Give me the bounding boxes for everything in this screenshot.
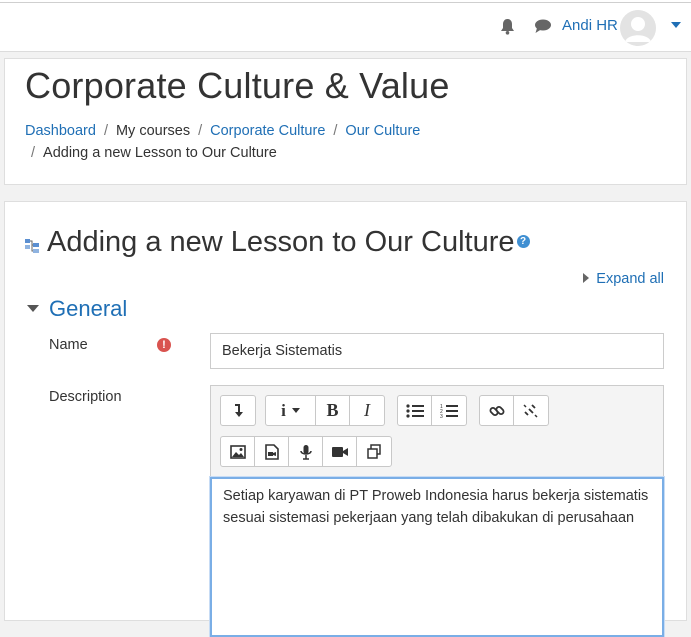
breadcrumb-separator: /: [31, 145, 36, 161]
breadcrumb-our-culture[interactable]: Our Culture: [345, 123, 420, 139]
course-title: Corporate Culture & Value: [25, 65, 450, 106]
toolbar-group-toggle: [220, 395, 256, 426]
breadcrumb-corporate-culture[interactable]: Corporate Culture: [210, 123, 325, 139]
paragraph-style-button[interactable]: i: [266, 396, 316, 425]
toolbar-group-media: [220, 436, 392, 467]
microphone-button[interactable]: [289, 437, 323, 466]
chevron-down-icon: [291, 408, 300, 413]
avatar[interactable]: [620, 10, 656, 46]
breadcrumb-current: Adding a new Lesson to Our Culture: [43, 145, 277, 161]
bold-button[interactable]: B: [316, 396, 350, 425]
breadcrumb-dashboard[interactable]: Dashboard: [25, 123, 96, 139]
description-editor: i B I 123 Setiap karyawan di PT Proweb I…: [210, 385, 664, 637]
top-navbar: Andi HR: [0, 0, 691, 52]
caret-down-icon[interactable]: [671, 22, 681, 28]
page-header-card: Corporate Culture & Value Dashboard / My c…: [4, 58, 687, 185]
navbar-top-border: [0, 2, 691, 3]
chat-icon[interactable]: [534, 18, 552, 39]
unlink-button[interactable]: [514, 396, 548, 425]
breadcrumb-separator: /: [198, 123, 203, 139]
toolbar-group-links: [479, 395, 549, 426]
form-card: Adding a new Lesson to Our Culture? Expa…: [4, 201, 687, 637]
copy-button[interactable]: [357, 437, 391, 466]
required-icon: !: [157, 338, 171, 352]
section-title-general[interactable]: General: [49, 296, 127, 322]
video-camera-button[interactable]: [323, 437, 357, 466]
breadcrumb-separator: /: [333, 123, 338, 139]
link-button[interactable]: [480, 396, 514, 425]
breadcrumb-separator: /: [103, 123, 108, 139]
user-name-link[interactable]: Andi HR: [562, 17, 618, 34]
expand-all-text: Expand all: [596, 271, 664, 287]
italic-button[interactable]: I: [350, 396, 384, 425]
toolbar-group-format: i B I: [265, 395, 385, 426]
svg-text:3: 3: [440, 414, 443, 419]
page-heading-text: Adding a new Lesson to Our Culture: [47, 226, 515, 258]
help-icon[interactable]: ?: [516, 234, 530, 248]
page-heading: Adding a new Lesson to Our Culture?: [47, 226, 530, 259]
bell-icon[interactable]: [500, 18, 515, 40]
info-icon: i: [281, 400, 286, 420]
toolbar-toggle-button[interactable]: [221, 396, 255, 425]
description-label: Description: [49, 389, 122, 405]
description-textarea[interactable]: Setiap karyawan di PT Proweb Indonesia h…: [210, 477, 664, 637]
toolbar-group-lists: 123: [397, 395, 467, 426]
image-button[interactable]: [221, 437, 255, 466]
collapse-triangle-icon[interactable]: [27, 305, 39, 312]
name-input[interactable]: Bekerja Sistematis: [210, 333, 664, 369]
breadcrumb-my-courses: My courses: [115, 123, 191, 139]
media-file-button[interactable]: [255, 437, 289, 466]
name-label: Name: [49, 337, 88, 353]
expand-triangle-icon: [583, 273, 590, 283]
breadcrumb: Dashboard / My courses / Corporate Culture / O…: [25, 120, 665, 164]
expand-all-link[interactable]: Expand all: [583, 271, 664, 287]
lesson-icon: [24, 238, 40, 259]
unordered-list-button[interactable]: [398, 396, 432, 425]
ordered-list-button[interactable]: 123: [432, 396, 466, 425]
